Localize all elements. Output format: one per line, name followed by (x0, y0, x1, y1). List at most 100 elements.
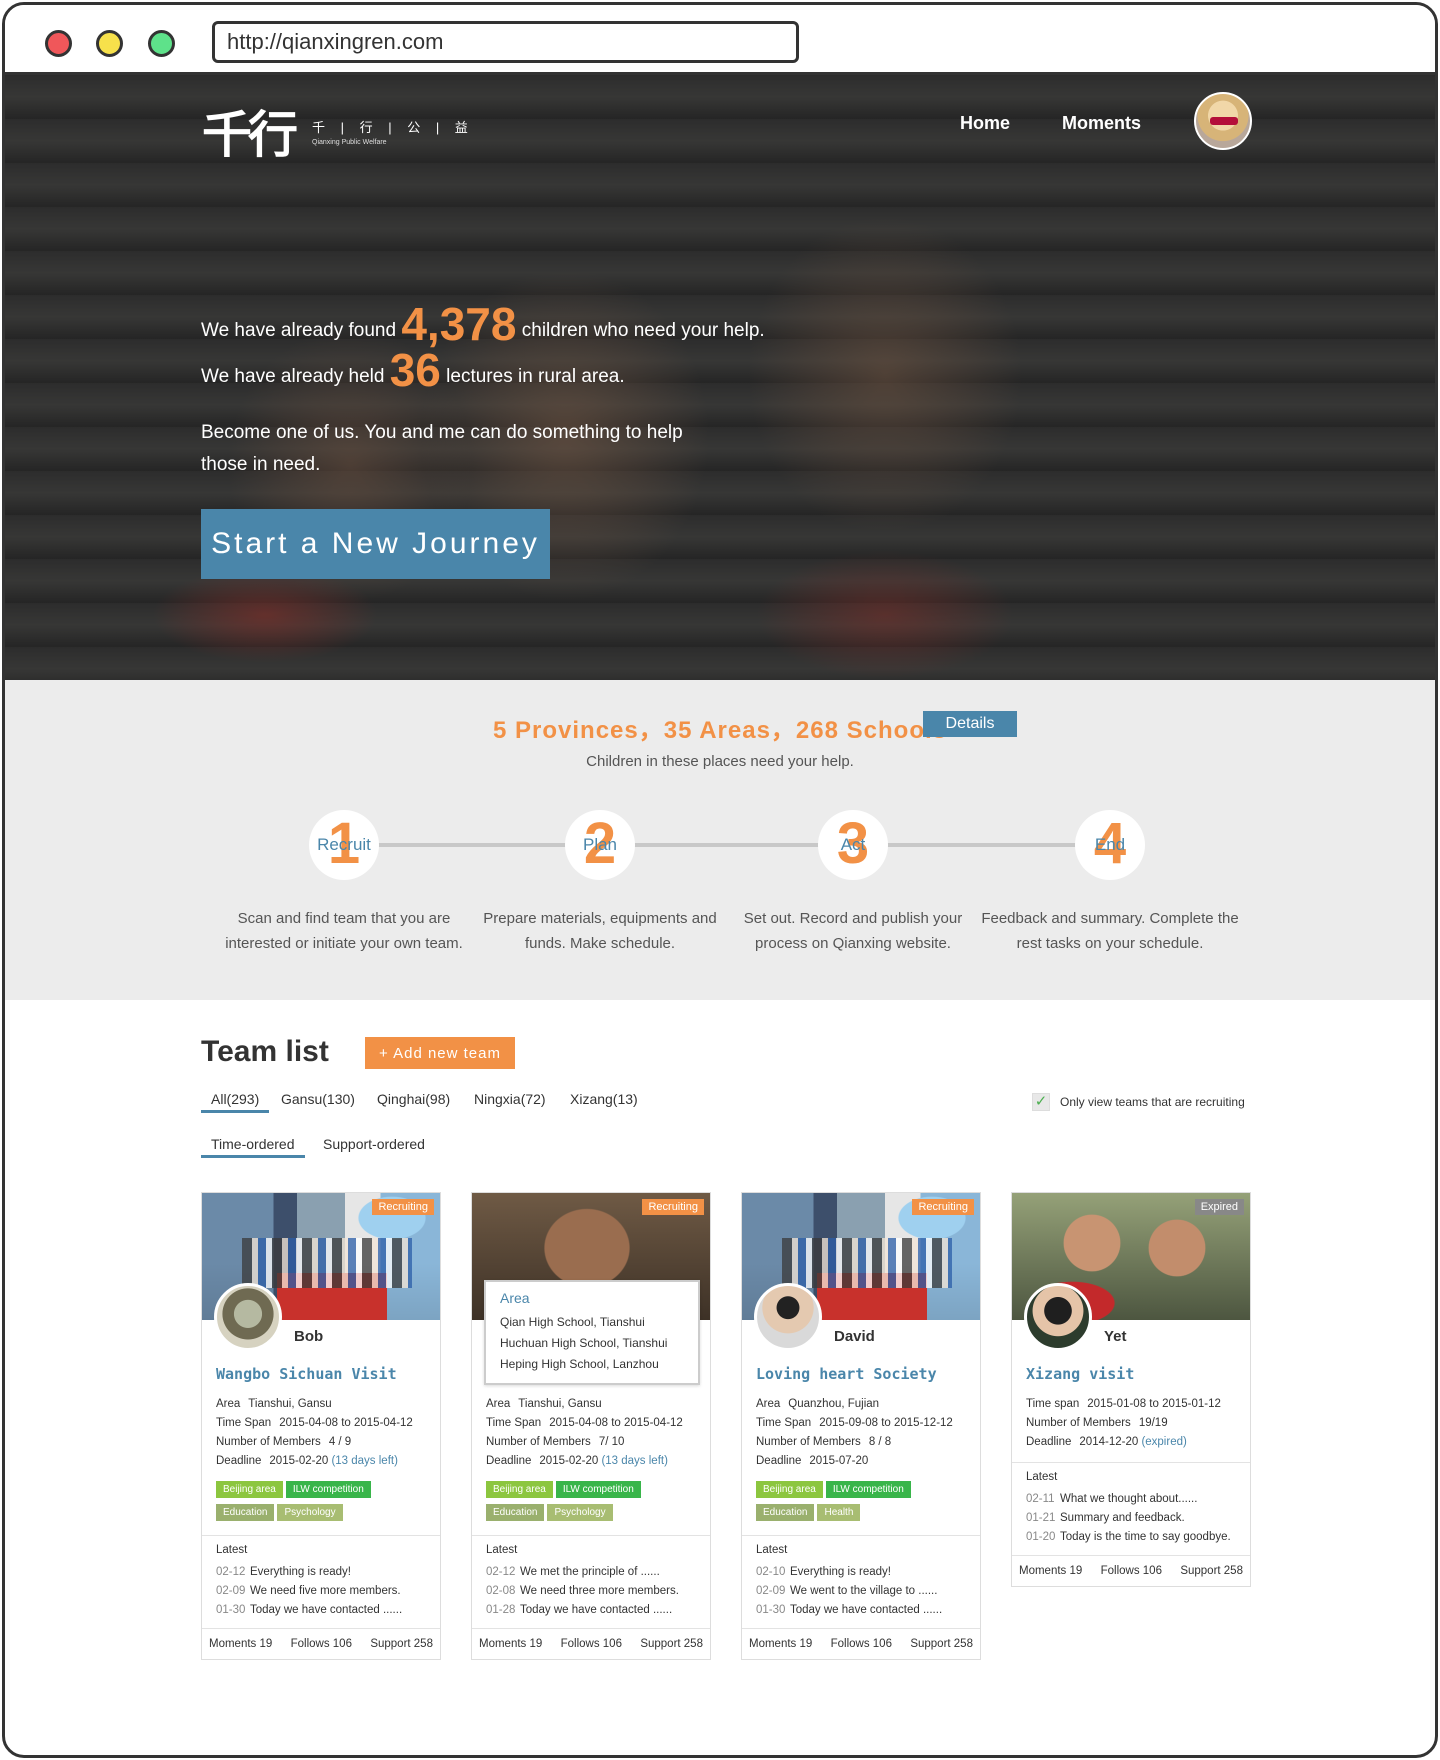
follows-count[interactable]: Follows 106 (1101, 1565, 1162, 1577)
tag[interactable]: ILW competition (825, 1481, 911, 1498)
update-row[interactable]: 02-09 We went to the village to ...... (756, 1582, 966, 1601)
update-row[interactable]: 02-10 Everything is ready! (756, 1563, 966, 1582)
update-row[interactable]: 02-09 We need five more members. (216, 1582, 426, 1601)
step-label: Recruit (317, 835, 371, 854)
leader-avatar[interactable] (214, 1283, 282, 1351)
info-value: Quanzhou, Fujian (788, 1398, 880, 1410)
update-row[interactable]: 01-20 Today is the time to say goodbye. (1026, 1528, 1236, 1547)
step-circle: 3 Act (818, 810, 888, 880)
stats-title: 5 Provinces，35 Areas，268 Schools (493, 717, 947, 744)
update-date: 02-12 (216, 1566, 246, 1578)
team-card[interactable]: Recruiting David Loving heart Society Ar… (741, 1192, 981, 1660)
update-date: 01-21 (1026, 1512, 1056, 1524)
nav-home[interactable]: Home (960, 113, 1010, 134)
tag[interactable]: Beijing area (486, 1481, 553, 1498)
update-date: 02-12 (486, 1566, 516, 1578)
tag[interactable]: Beijing area (756, 1481, 823, 1498)
info-key: Time Span (486, 1417, 542, 1429)
update-row[interactable]: 02-12 We met the principle of ...... (486, 1563, 696, 1582)
check-icon[interactable]: ✓ (1032, 1093, 1050, 1111)
moments-count[interactable]: Moments 19 (1019, 1565, 1082, 1577)
add-team-button[interactable]: + Add new team (365, 1037, 515, 1069)
tag[interactable]: Beijing area (216, 1481, 283, 1498)
info-row: Deadline 2015-02-20 (13 days left) (216, 1452, 426, 1471)
latest-updates: Latest 02-12 We met the principle of ....… (472, 1535, 710, 1628)
sort-support[interactable]: Support-ordered (323, 1136, 425, 1152)
nav-moments[interactable]: Moments (1062, 113, 1141, 134)
filter-ningxia[interactable]: Ningxia(72) (474, 1091, 546, 1107)
filter-gansu[interactable]: Gansu(130) (281, 1091, 355, 1107)
user-avatar[interactable] (1194, 92, 1252, 150)
support-count[interactable]: Support 258 (1180, 1565, 1243, 1577)
update-text: What we thought about...... (1060, 1493, 1198, 1505)
info-key: Area (216, 1398, 241, 1410)
filter-all[interactable]: All(293) (201, 1091, 270, 1113)
info-row: Time Span 2015-04-08 to 2015-04-12 (216, 1414, 426, 1433)
moments-count[interactable]: Moments 19 (209, 1638, 272, 1650)
latest-heading: Latest (216, 1544, 248, 1556)
support-count[interactable]: Support 258 (640, 1638, 703, 1650)
info-row: Time Span 2015-04-08 to 2015-04-12 (486, 1414, 696, 1433)
tag[interactable]: Education (756, 1504, 815, 1521)
minimize-window-button[interactable] (96, 30, 123, 57)
support-count[interactable]: Support 258 (910, 1638, 973, 1650)
info-value: 2015-04-08 to 2015-04-12 (279, 1417, 413, 1429)
tag[interactable]: Psychology (547, 1504, 613, 1521)
follows-count[interactable]: Follows 106 (831, 1638, 892, 1650)
step-description: Feedback and summary. Complete the rest … (981, 910, 1239, 952)
start-journey-button[interactable]: Start a New Journey (201, 509, 550, 579)
team-card[interactable]: Recruiting Bob Wangbo Sichuan Visit Area… (201, 1192, 441, 1660)
team-title[interactable]: Wangbo Sichuan Visit (216, 1365, 426, 1383)
update-row[interactable]: 01-30 Today we have contacted ...... (756, 1601, 966, 1620)
tag[interactable]: Health (817, 1504, 861, 1521)
update-row[interactable]: 02-08 We need three more members. (486, 1582, 696, 1601)
tag[interactable]: Psychology (277, 1504, 343, 1521)
update-row[interactable]: 01-30 Today we have contacted ...... (216, 1601, 426, 1620)
moments-count[interactable]: Moments 19 (749, 1638, 812, 1650)
info-key: Area (756, 1398, 781, 1410)
follows-count[interactable]: Follows 106 (561, 1638, 622, 1650)
info-row: Time span 2015-01-08 to 2015-01-12 (1026, 1395, 1236, 1414)
popup-heading: Area (500, 1290, 530, 1306)
update-row[interactable]: 01-28 Today we have contacted ...... (486, 1601, 696, 1620)
tag[interactable]: ILW competition (285, 1481, 371, 1498)
info-key: Deadline (756, 1455, 802, 1467)
leader-avatar[interactable] (1024, 1283, 1092, 1351)
leader-avatar[interactable] (754, 1283, 822, 1351)
maximize-window-button[interactable] (148, 30, 175, 57)
info-value: 19/19 (1138, 1417, 1168, 1429)
info-key: Number of Members (486, 1436, 591, 1448)
browser-chrome: http://qianxingren.com (5, 5, 1435, 75)
info-value: 2014-12-20 (1079, 1436, 1139, 1448)
details-button[interactable]: Details (923, 711, 1017, 737)
update-date: 02-09 (216, 1585, 246, 1597)
team-title[interactable]: Loving heart Society (756, 1365, 966, 1383)
moments-count[interactable]: Moments 19 (479, 1638, 542, 1650)
update-text: We went to the village to ...... (790, 1585, 938, 1597)
filter-xizang[interactable]: Xizang(13) (570, 1091, 638, 1107)
status-badge: Expired (1194, 1199, 1244, 1215)
close-window-button[interactable] (45, 30, 72, 57)
tag[interactable]: Education (486, 1504, 545, 1521)
tag[interactable]: ILW competition (555, 1481, 641, 1498)
update-row[interactable]: 02-12 Everything is ready! (216, 1563, 426, 1582)
recruiting-only-toggle[interactable]: ✓ Only view teams that are recruiting (1032, 1093, 1245, 1111)
team-card[interactable]: Expired Yet Xizang visit Time span 2015-0… (1011, 1192, 1251, 1587)
filter-qinghai[interactable]: Qinghai(98) (377, 1091, 450, 1107)
update-row[interactable]: 02-11 What we thought about...... (1026, 1490, 1236, 1509)
team-list-title: Team list (201, 1035, 329, 1068)
site-logo[interactable]: 千行 千 | 行 | 公 | 益 Qianxing Public Welfare (202, 95, 474, 167)
team-title[interactable]: Xizang visit (1026, 1365, 1236, 1383)
info-value: Tianshui, Gansu (518, 1398, 602, 1410)
tag[interactable]: Education (216, 1504, 275, 1521)
update-row[interactable]: 01-21 Summary and feedback. (1026, 1509, 1236, 1528)
info-key: Time Span (216, 1417, 272, 1429)
team-card[interactable]: Recruiting Area Qian High School, Tiansh… (471, 1192, 711, 1660)
support-count[interactable]: Support 258 (370, 1638, 433, 1650)
address-bar[interactable]: http://qianxingren.com (212, 21, 799, 63)
status-badge: Recruiting (642, 1199, 704, 1215)
follows-count[interactable]: Follows 106 (291, 1638, 352, 1650)
sort-time[interactable]: Time-ordered (201, 1136, 305, 1158)
status-badge: Recruiting (912, 1199, 974, 1215)
info-value: Tianshui, Gansu (248, 1398, 332, 1410)
